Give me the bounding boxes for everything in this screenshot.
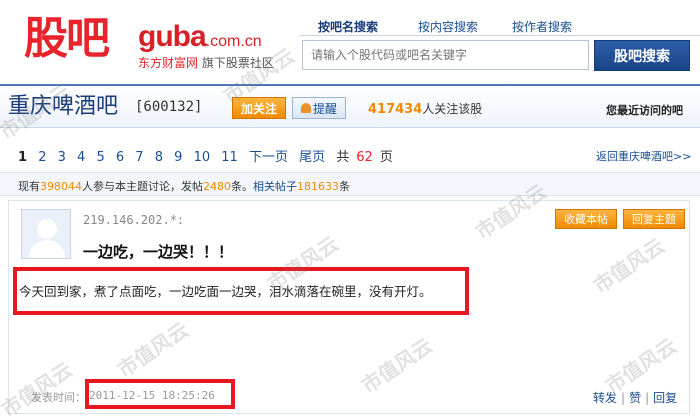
remind-button[interactable]: 提醒 bbox=[292, 97, 346, 119]
participants-count: 398044 bbox=[40, 180, 82, 193]
page-link-10[interactable]: 10 bbox=[194, 150, 211, 165]
followers-number: 417434 bbox=[368, 102, 423, 117]
stats-prefix: 现有 bbox=[18, 180, 40, 193]
related-count: 181633 bbox=[297, 180, 339, 193]
followers-suffix: 人关注该股 bbox=[422, 102, 483, 116]
search-box bbox=[302, 40, 589, 70]
post-time-label: 发表时间： bbox=[31, 391, 86, 404]
related-posts-link[interactable]: 相关帖子 bbox=[253, 180, 297, 193]
search-input[interactable] bbox=[303, 41, 588, 69]
total-suffix: 页 bbox=[379, 150, 393, 165]
tab-search-by-author[interactable]: 按作者搜索 bbox=[512, 18, 572, 35]
total-prefix: 共 bbox=[336, 150, 350, 165]
page-link-7[interactable]: 7 bbox=[135, 150, 143, 165]
post-time-value: 2011-12-15 18:25:26 bbox=[89, 389, 215, 402]
post-title: 一边吃，一边哭！！！ bbox=[83, 243, 234, 261]
recent-visits-label: 您最近访问的吧 bbox=[606, 104, 683, 117]
collect-post-button[interactable]: 收藏本帖 bbox=[555, 209, 617, 229]
post-content: 今天回到家，煮了点面吃，一边吃面一边哭，泪水滴落在碗里，没有开灯。 bbox=[19, 284, 432, 299]
page-link-6[interactable]: 6 bbox=[116, 150, 124, 165]
page-link-3[interactable]: 3 bbox=[58, 150, 66, 165]
last-page-link[interactable]: 尾页 bbox=[299, 150, 325, 165]
page-link-5[interactable]: 5 bbox=[96, 150, 104, 165]
reply-link[interactable]: 回复 bbox=[653, 391, 677, 405]
post-author: 219.146.202.*: bbox=[83, 213, 185, 227]
posts-count: 2480 bbox=[203, 180, 231, 193]
bell-icon bbox=[300, 103, 311, 113]
site-header: 股吧 guba.com.cn 东方财富网 旗下股票社区 按吧名搜索 按内容搜索 … bbox=[0, 0, 700, 78]
search-tabs: 按吧名搜索 按内容搜索 按作者搜索 bbox=[300, 14, 700, 36]
like-link[interactable]: 赞 bbox=[629, 391, 641, 405]
logo-guba-en[interactable]: guba.com.cn bbox=[138, 22, 262, 57]
highlighted-content-box: 今天回到家，煮了点面吃，一边吃面一边哭，泪水滴落在碗里，没有开灯。 bbox=[13, 267, 469, 315]
total-pages-number: 62 bbox=[356, 150, 373, 165]
logo-subtitle: 东方财富网 旗下股票社区 bbox=[138, 54, 274, 71]
remind-label: 提醒 bbox=[312, 101, 337, 116]
next-page-link[interactable]: 下一页 bbox=[249, 150, 288, 165]
page-link-1[interactable]: 1 bbox=[18, 150, 27, 165]
brand-sub: 旗下股票社区 bbox=[201, 56, 274, 70]
topic-stats: 现有398044人参与本主题讨论，发帖2480条。相关帖子181633条 bbox=[0, 172, 700, 196]
page-link-2[interactable]: 2 bbox=[38, 150, 46, 165]
follow-button[interactable]: 加关注 bbox=[232, 97, 286, 119]
divider: | bbox=[621, 391, 626, 405]
stats-mid2: 条。 bbox=[231, 180, 253, 193]
followers-count: 417434人关注该股 bbox=[368, 100, 482, 117]
post-actions: 转发 | 赞 | 回复 bbox=[593, 389, 677, 406]
search-button[interactable]: 股吧搜索 bbox=[594, 40, 690, 71]
page-link-4[interactable]: 4 bbox=[77, 150, 85, 165]
post-card: 219.146.202.*: 一边吃，一边哭！！！ 收藏本帖 回复主题 今天回到… bbox=[8, 200, 690, 414]
stock-code: [600132] bbox=[135, 99, 203, 115]
total-pages: 共 62 页 bbox=[336, 150, 400, 165]
logo-domain: .com.cn bbox=[205, 33, 262, 50]
back-to-bar-link[interactable]: 返回重庆啤酒吧>> bbox=[596, 148, 691, 164]
pagination: 1 2 3 4 5 6 7 8 9 10 11 下一页 尾页 共 62 页 bbox=[18, 146, 407, 165]
avatar[interactable] bbox=[21, 209, 71, 259]
forward-link[interactable]: 转发 bbox=[593, 391, 617, 405]
bar-title-bar: 重庆啤酒吧 [600132] 加关注 提醒 417434人关注该股 您最近访问的… bbox=[0, 84, 700, 128]
page-link-9[interactable]: 9 bbox=[174, 150, 182, 165]
reply-topic-button[interactable]: 回复主题 bbox=[623, 209, 685, 229]
avatar-body-shape bbox=[29, 240, 65, 258]
stats-mid: 人参与本主题讨论，发帖 bbox=[82, 180, 203, 193]
avatar-head-shape bbox=[37, 219, 57, 239]
tab-search-by-content[interactable]: 按内容搜索 bbox=[418, 18, 478, 35]
stats-suffix: 条 bbox=[339, 180, 350, 193]
page-link-11[interactable]: 11 bbox=[221, 150, 238, 165]
tab-search-by-bar[interactable]: 按吧名搜索 bbox=[318, 18, 378, 35]
brand-name[interactable]: 东方财富网 bbox=[138, 56, 198, 70]
page-link-8[interactable]: 8 bbox=[155, 150, 163, 165]
logo-en-text: guba bbox=[138, 20, 207, 53]
bar-name[interactable]: 重庆啤酒吧 bbox=[8, 94, 118, 120]
logo-guba-cn[interactable]: 股吧 bbox=[24, 14, 110, 64]
divider: | bbox=[645, 391, 650, 405]
